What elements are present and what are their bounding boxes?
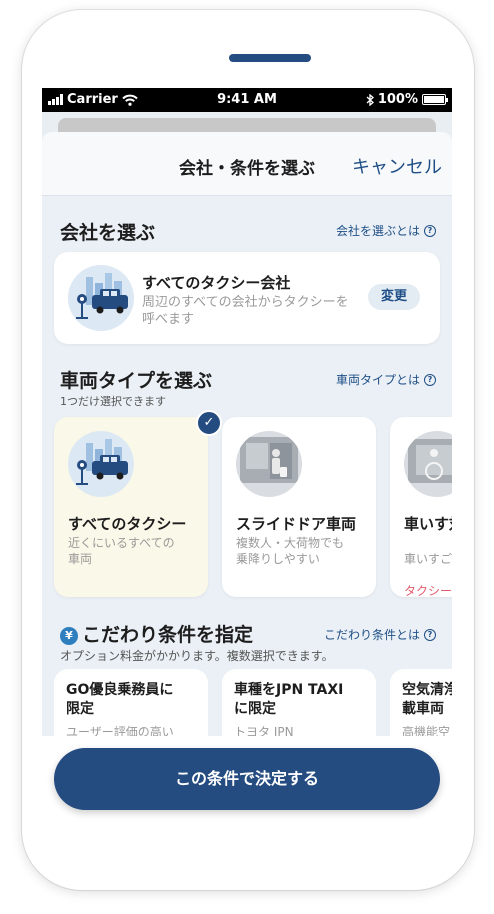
company-description: 周辺のすべての会社からタクシーを呼べます bbox=[142, 295, 349, 327]
option-description: 高機能空 bbox=[402, 725, 451, 736]
vehicle-help-link[interactable]: 車両タイプとは ? bbox=[336, 371, 436, 388]
screen: Carrier 9:41 AM 100% 会社・条件を選ぶ キャンセル 会社を選… bbox=[42, 88, 452, 736]
checkmark-icon: ✓ bbox=[196, 410, 222, 436]
vehicle-section-subtitle: 1つだけ選択できます bbox=[60, 395, 166, 408]
vehicle-type-card-all[interactable]: すべてのタクシー 近くにいるすべての 車両 bbox=[54, 417, 208, 597]
options-section-subtitle: オプション料金がかかります。複数選択できます。 bbox=[60, 649, 334, 663]
help-icon: ? bbox=[424, 373, 436, 386]
options-section-title-text: こだわり条件を指定 bbox=[82, 624, 254, 646]
option-title: 車種をJPN TAXI に限定 bbox=[234, 682, 344, 717]
sheet-header: 会社・条件を選ぶ キャンセル bbox=[42, 132, 452, 196]
vehicle-section-title: 車両タイプを選ぶ bbox=[60, 370, 213, 392]
yen-icon: ¥ bbox=[60, 626, 78, 645]
vehicle-type-description-text: 車いすご bbox=[404, 552, 452, 566]
vehicle-type-name: 車いす対 bbox=[404, 515, 452, 533]
options-help-link[interactable]: こだわり条件とは ? bbox=[324, 626, 436, 643]
help-icon: ? bbox=[424, 224, 436, 237]
company-help-label: 会社を選ぶとは bbox=[335, 224, 420, 238]
option-card-excellent-driver[interactable]: GO優良乗務員に 限定 ユーザー評価の高い bbox=[54, 669, 208, 736]
slide-door-icon bbox=[236, 431, 302, 497]
vehicle-type-note: タクシー 車両指定 bbox=[404, 584, 452, 597]
wheelchair-vehicle-icon bbox=[404, 431, 452, 497]
change-company-button[interactable]: 変更 bbox=[368, 284, 420, 310]
company-help-link[interactable]: 会社を選ぶとは ? bbox=[336, 222, 436, 239]
bluetooth-icon bbox=[366, 93, 374, 106]
option-card-jpn-taxi[interactable]: 車種をJPN TAXI に限定 トヨタ JPN bbox=[222, 669, 376, 736]
battery-icon bbox=[422, 94, 448, 105]
speaker-grille bbox=[229, 54, 311, 62]
status-right: 100% bbox=[366, 92, 448, 107]
option-title: 空気清浄 載車両 bbox=[402, 682, 452, 717]
option-description: ユーザー評価の高い bbox=[66, 725, 174, 736]
vehicle-type-description: 複数人・大荷物でも 乗降りしやすい bbox=[236, 536, 345, 566]
options-help-label: こだわり条件とは bbox=[323, 628, 420, 642]
taxi-icon bbox=[68, 265, 134, 331]
company-card[interactable]: すべてのタクシー会社 周辺のすべての会社からタクシーを呼べます 変更 bbox=[54, 252, 440, 344]
vehicle-type-description: 車いすご タクシー 車両指定 bbox=[404, 535, 452, 597]
option-description: トヨタ JPN bbox=[234, 725, 294, 736]
taxi-icon bbox=[68, 431, 134, 497]
confirm-button[interactable]: この条件で決定する bbox=[54, 748, 440, 810]
vehicle-type-card-wheelchair[interactable]: 車いす対 車いすご タクシー 車両指定 bbox=[390, 417, 452, 597]
status-bar: Carrier 9:41 AM 100% bbox=[42, 88, 452, 112]
condition-sheet: 会社・条件を選ぶ キャンセル 会社を選ぶ 会社を選ぶとは ? すべてのタクシー会… bbox=[42, 132, 452, 736]
vehicle-type-description: 近くにいるすべての 車両 bbox=[68, 536, 175, 566]
vehicle-type-card-slide-door[interactable]: スライドドア車両 複数人・大荷物でも 乗降りしやすい bbox=[222, 417, 376, 597]
company-name: すべてのタクシー会社 bbox=[142, 274, 291, 292]
vehicle-type-name: スライドドア車両 bbox=[236, 515, 357, 533]
option-card-air-purifier[interactable]: 空気清浄 載車両 高機能空 bbox=[390, 669, 452, 736]
vehicle-help-label: 車両タイプとは bbox=[335, 373, 420, 387]
cancel-button[interactable]: キャンセル bbox=[352, 153, 442, 179]
company-section-title: 会社を選ぶ bbox=[60, 222, 156, 244]
option-title: GO優良乗務員に 限定 bbox=[66, 682, 174, 717]
help-icon: ? bbox=[424, 628, 436, 641]
vehicle-type-name: すべてのタクシー bbox=[68, 515, 187, 533]
battery-percent: 100% bbox=[377, 92, 418, 107]
options-section-title: ¥ こだわり条件を指定 bbox=[60, 620, 253, 647]
